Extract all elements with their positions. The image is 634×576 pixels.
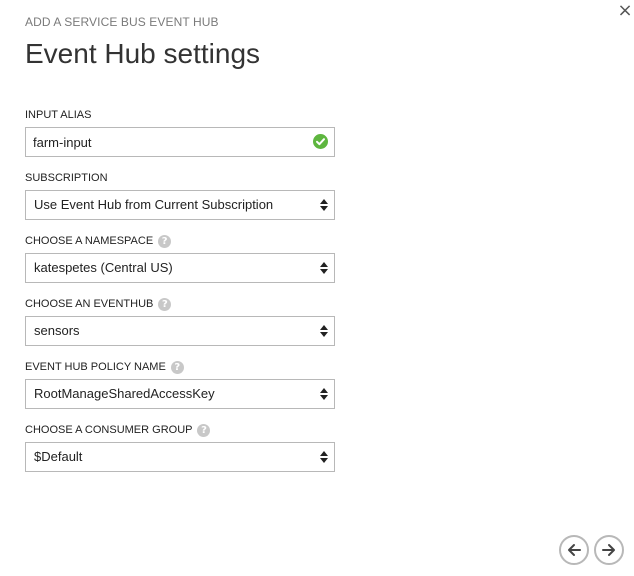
page-title: Event Hub settings [25, 38, 261, 69]
policy-label: EVENT HUB POLICY NAME ? [25, 360, 335, 374]
namespace-select[interactable]: katespetes (Central US) [25, 253, 335, 283]
dialog-subtitle: ADD A SERVICE BUS EVENT HUB [25, 15, 219, 29]
event-hub-form: INPUT ALIAS SUBSCRIPTION Use Event Hub f… [25, 108, 335, 486]
input-alias-field-wrapper [25, 127, 335, 157]
select-arrows-icon [320, 199, 328, 211]
consumer-group-label-text: CHOOSE A CONSUMER GROUP [25, 424, 193, 436]
consumer-group-select[interactable]: $Default [25, 442, 335, 472]
select-arrows-icon [320, 325, 328, 337]
eventhub-value: sensors [34, 323, 80, 338]
consumer-group-value: $Default [34, 449, 83, 464]
subscription-value: Use Event Hub from Current Subscription [34, 197, 274, 212]
policy-select[interactable]: RootManageSharedAccessKey [25, 379, 335, 409]
arrow-left-icon [568, 544, 581, 556]
eventhub-label: CHOOSE AN EVENTHUB ? [25, 297, 335, 311]
input-alias-field[interactable] [26, 128, 334, 156]
namespace-value: katespetes (Central US) [34, 260, 173, 275]
back-button[interactable] [559, 535, 589, 565]
policy-label-text: EVENT HUB POLICY NAME [25, 361, 166, 373]
help-icon[interactable]: ? [158, 297, 172, 311]
checkmark-icon [313, 134, 328, 149]
namespace-label: CHOOSE A NAMESPACE ? [25, 234, 335, 248]
help-icon[interactable]: ? [197, 423, 211, 437]
namespace-label-text: CHOOSE A NAMESPACE [25, 235, 154, 247]
select-arrows-icon [320, 262, 328, 274]
policy-value: RootManageSharedAccessKey [34, 386, 215, 401]
close-icon[interactable]: × [614, 1, 634, 23]
subscription-label-text: SUBSCRIPTION [25, 172, 108, 184]
eventhub-select[interactable]: sensors [25, 316, 335, 346]
select-arrows-icon [320, 451, 328, 463]
help-icon[interactable]: ? [158, 234, 172, 248]
eventhub-label-text: CHOOSE AN EVENTHUB [25, 298, 154, 310]
next-button[interactable] [594, 535, 624, 565]
arrow-right-icon [602, 544, 615, 556]
subscription-select[interactable]: Use Event Hub from Current Subscription [25, 190, 335, 220]
help-icon[interactable]: ? [170, 360, 184, 374]
input-alias-label-text: INPUT ALIAS [25, 109, 92, 121]
subscription-label: SUBSCRIPTION [25, 171, 335, 185]
select-arrows-icon [320, 388, 328, 400]
input-alias-label: INPUT ALIAS [25, 108, 335, 122]
consumer-group-label: CHOOSE A CONSUMER GROUP ? [25, 423, 335, 437]
